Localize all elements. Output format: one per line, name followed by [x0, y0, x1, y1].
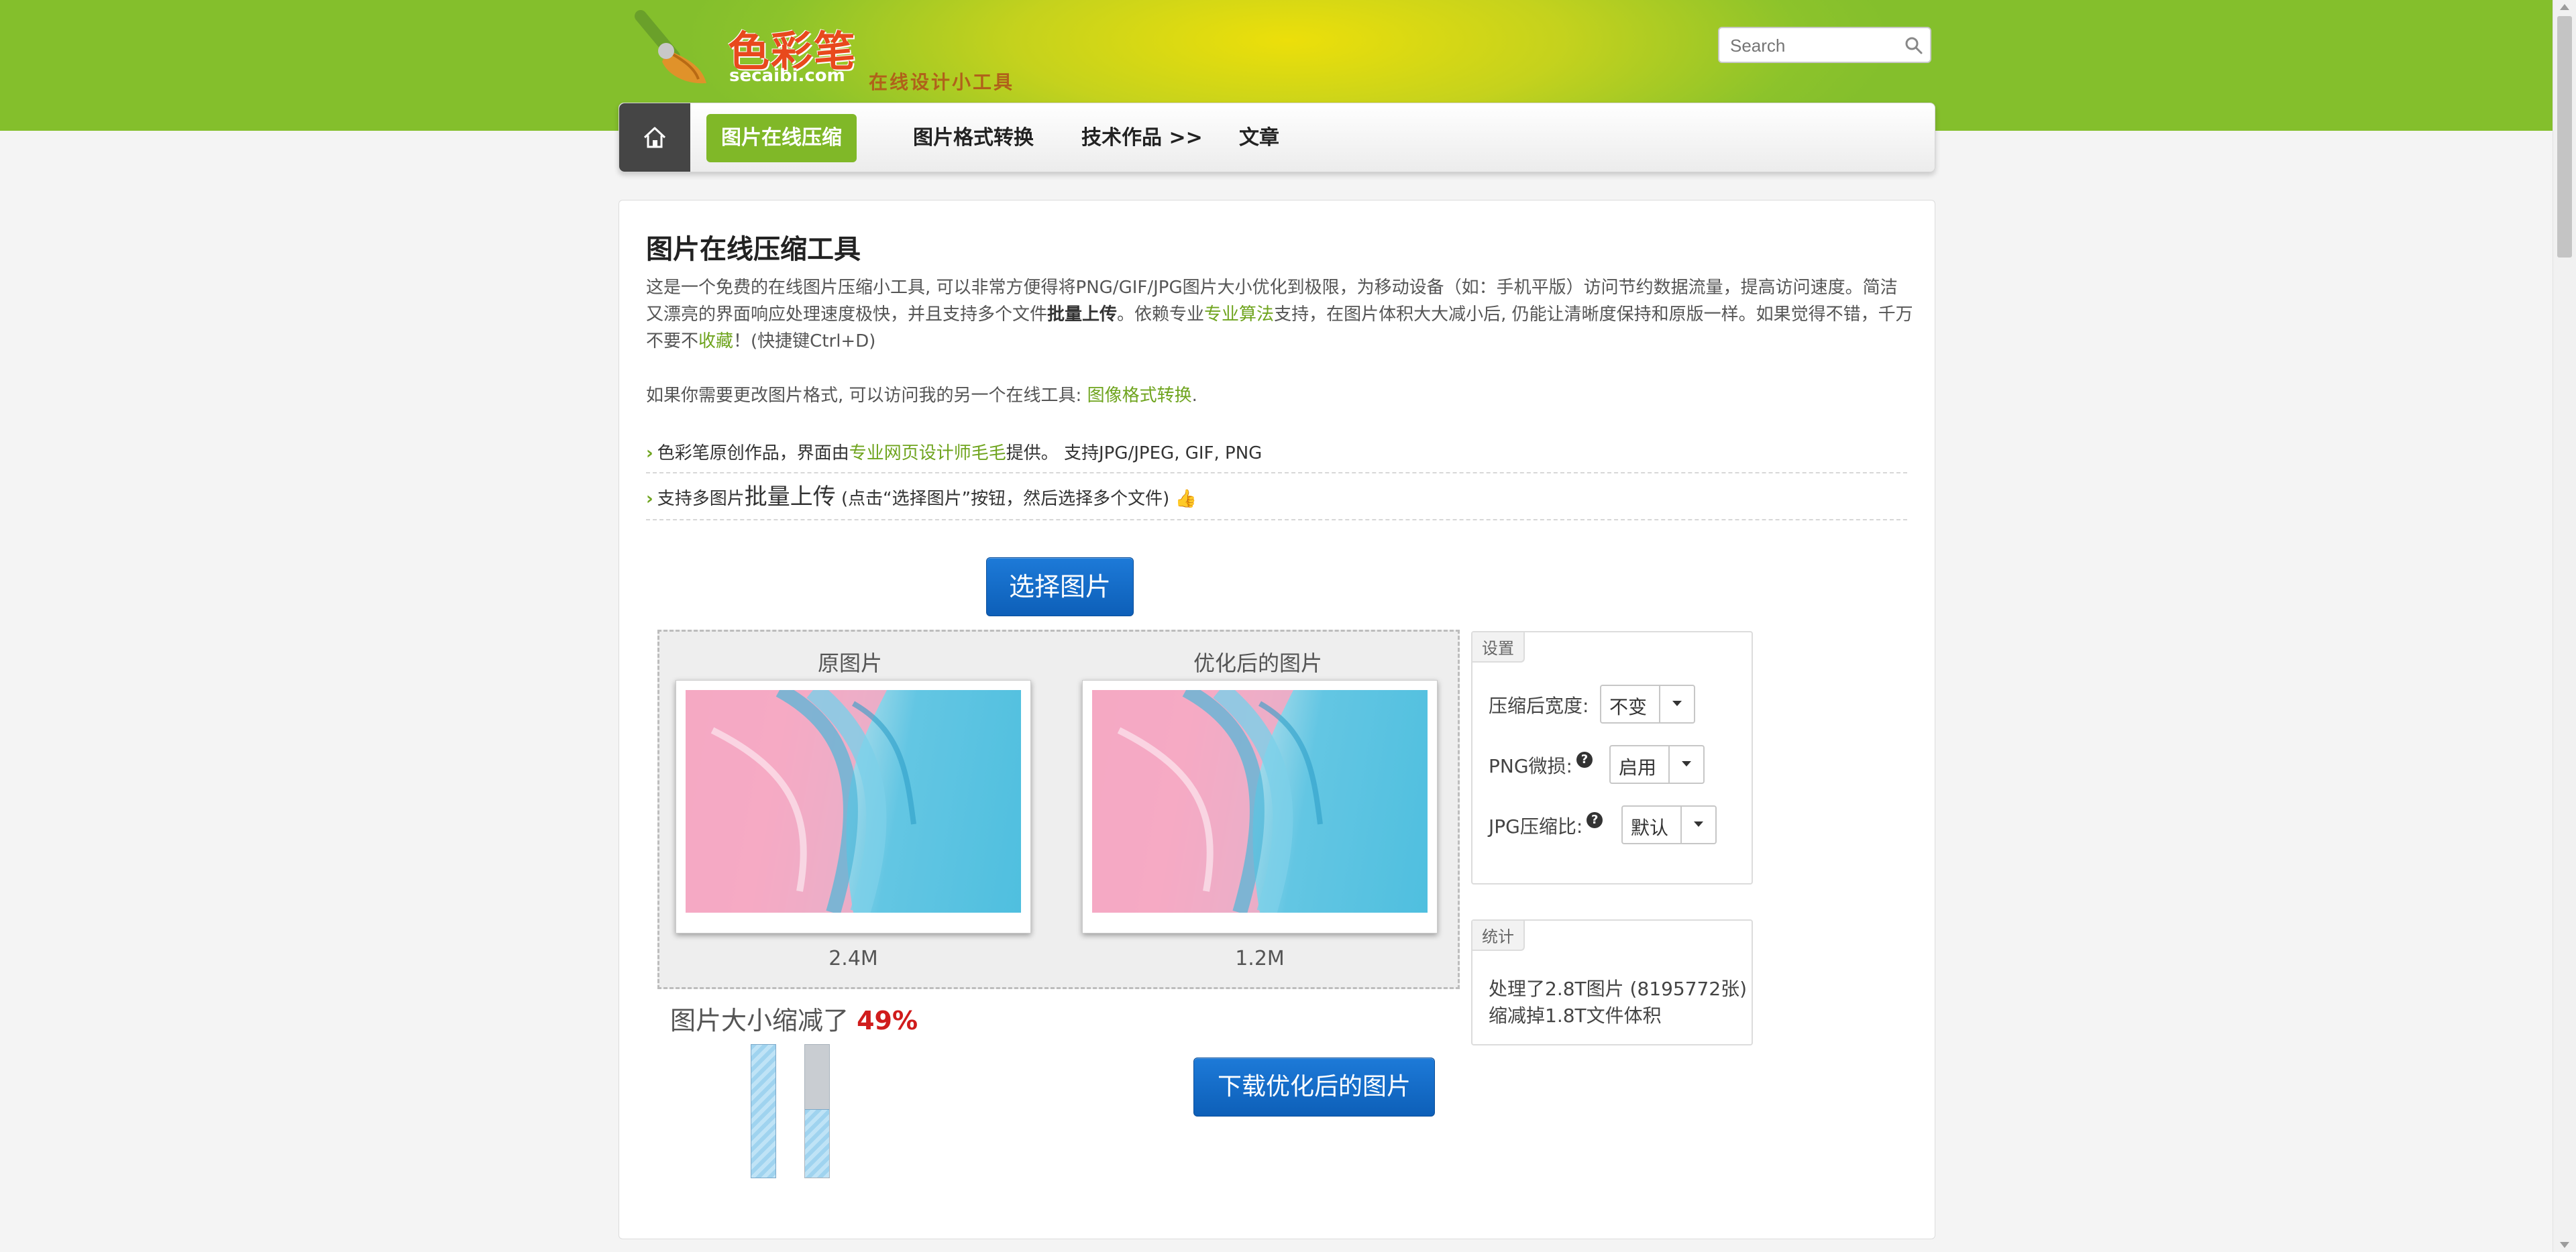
png-label: PNG微损: — [1489, 755, 1572, 777]
jpg-label-row: JPG压缩比:? — [1489, 812, 1603, 839]
page-scrollbar[interactable] — [2553, 0, 2576, 1252]
note-end: . — [1191, 386, 1197, 406]
algorithm-link[interactable]: 专业算法 — [1204, 304, 1274, 325]
feature-text: 支持多图片 — [657, 489, 745, 509]
width-select-value: 不变 — [1609, 696, 1648, 718]
feature-text: 色彩笔原创作品，界面由 — [657, 443, 849, 463]
png-label-row: PNG微损:? — [1489, 752, 1593, 779]
original-image — [686, 690, 1021, 913]
jpg-label: JPG压缩比: — [1489, 815, 1583, 838]
optimized-size-bar-track — [804, 1044, 830, 1178]
nav-articles[interactable]: 文章 — [1224, 114, 1294, 162]
feature-text: 提供。 支持JPG/JPEG, GIF, PNG — [1006, 443, 1263, 463]
intro-bold: 批量上传 — [1047, 304, 1118, 325]
jpg-select[interactable]: 默认 — [1621, 805, 1717, 844]
main-card: 图片在线压缩工具 这是一个免费的在线图片压缩小工具, 可以非常方便得将PNG/G… — [619, 200, 1935, 1239]
page-title: 图片在线压缩工具 — [646, 234, 861, 265]
original-caption: 原图片 — [817, 650, 882, 676]
chevron-down-icon — [1668, 746, 1703, 783]
feature-item-original: › 色彩笔原创作品，界面由专业网页设计师毛毛提供。 支持JPG/JPEG, GIF… — [646, 439, 1907, 473]
bookmark-link[interactable]: 收藏 — [698, 331, 733, 351]
settings-panel: 设置 压缩后宽度: 不变 PNG微损:? 启用 JPG压缩比:? 默认 — [1471, 631, 1753, 885]
intro-text-4: ！(快捷键Ctrl+D) — [733, 331, 876, 351]
reduction-percent: 49% — [857, 1006, 918, 1035]
home-button[interactable] — [619, 103, 690, 172]
nav-compress[interactable]: 图片在线压缩 — [706, 114, 857, 162]
chevron-right-icon: › — [646, 443, 653, 463]
optimized-caption: 优化后的图片 — [1193, 650, 1322, 676]
reduction-summary: 图片大小缩减了 49% — [670, 1000, 918, 1037]
format-convert-link[interactable]: 图像格式转换 — [1087, 386, 1192, 406]
optimized-image-frame — [1082, 680, 1438, 933]
scrollbar-thumb[interactable] — [2557, 16, 2572, 258]
help-icon[interactable]: ? — [1576, 752, 1593, 768]
designer-link[interactable]: 专业网页设计师毛毛 — [849, 443, 1006, 463]
width-select[interactable]: 不变 — [1600, 685, 1695, 724]
stats-processed: 处理了2.8T图片 (8195772张) — [1489, 978, 1748, 1000]
png-select-value: 启用 — [1619, 756, 1657, 779]
home-icon — [643, 127, 666, 148]
original-size-bar — [751, 1044, 776, 1178]
reduction-label: 图片大小缩减了 — [670, 1006, 857, 1035]
feature-big-text: 批量上传 — [744, 483, 836, 510]
intro-paragraph: 这是一个免费的在线图片压缩小工具, 可以非常方便得将PNG/GIF/JPG图片大… — [646, 274, 1914, 355]
settings-tag: 设置 — [1472, 632, 1525, 663]
chevron-down-icon — [1680, 807, 1715, 843]
select-image-button[interactable]: 选择图片 — [986, 557, 1134, 616]
width-label: 压缩后宽度: — [1489, 695, 1589, 717]
nav-format-convert[interactable]: 图片格式转换 — [898, 114, 1049, 162]
stats-panel: 统计 处理了2.8T图片 (8195772张) 缩减掉1.8T文件体积 — [1471, 919, 1753, 1045]
thumbs-up-icon: 👍 — [1175, 489, 1197, 509]
note-text: 如果你需要更改图片格式, 可以访问我的另一个在线工具: — [646, 386, 1087, 406]
scroll-down-arrow-icon[interactable] — [2560, 1242, 2569, 1248]
png-select[interactable]: 启用 — [1609, 745, 1705, 784]
download-button[interactable]: 下载优化后的图片 — [1193, 1058, 1435, 1117]
search-icon[interactable] — [1904, 36, 1923, 55]
feature-item-batch: › 支持多图片批量上传 (点击“选择图片”按钮，然后选择多个文件) 👍 — [646, 478, 1907, 520]
chevron-right-icon: › — [646, 489, 653, 509]
feature-text: (点击“选择图片”按钮，然后选择多个文件) — [835, 489, 1170, 509]
original-size: 2.4M — [828, 947, 878, 970]
chevron-down-icon — [1659, 686, 1694, 722]
paintbrush-icon — [635, 10, 706, 84]
search-box[interactable] — [1718, 27, 1931, 63]
intro-text-2: 。依赖专业 — [1117, 304, 1205, 325]
optimized-size-bar — [805, 1109, 829, 1178]
help-icon[interactable]: ? — [1587, 812, 1603, 828]
logo-domain: secaibi.com — [729, 66, 845, 86]
image-compare-area: 原图片 优化后的图片 2.4M 1.2M — [657, 630, 1460, 989]
optimized-image — [1092, 690, 1428, 913]
main-nav: 图片在线压缩 图片格式转换 技术作品 >> 文章 — [619, 103, 1935, 172]
stats-tag: 统计 — [1472, 921, 1525, 951]
original-image-frame — [676, 680, 1031, 933]
format-convert-note: 如果你需要更改图片格式, 可以访问我的另一个在线工具: 图像格式转换. — [646, 382, 1197, 406]
search-input[interactable] — [1729, 34, 1899, 58]
site-logo[interactable]: 色彩笔 secaibi.com 在线设计小工具 — [627, 9, 1043, 93]
stats-reduced: 缩减掉1.8T文件体积 — [1489, 1005, 1662, 1027]
jpg-select-value: 默认 — [1631, 817, 1669, 839]
scroll-up-arrow-icon[interactable] — [2560, 4, 2569, 10]
optimized-size: 1.2M — [1235, 947, 1285, 970]
logo-slogan: 在线设计小工具 — [869, 71, 1015, 93]
nav-tech-works[interactable]: 技术作品 >> — [1067, 114, 1218, 162]
